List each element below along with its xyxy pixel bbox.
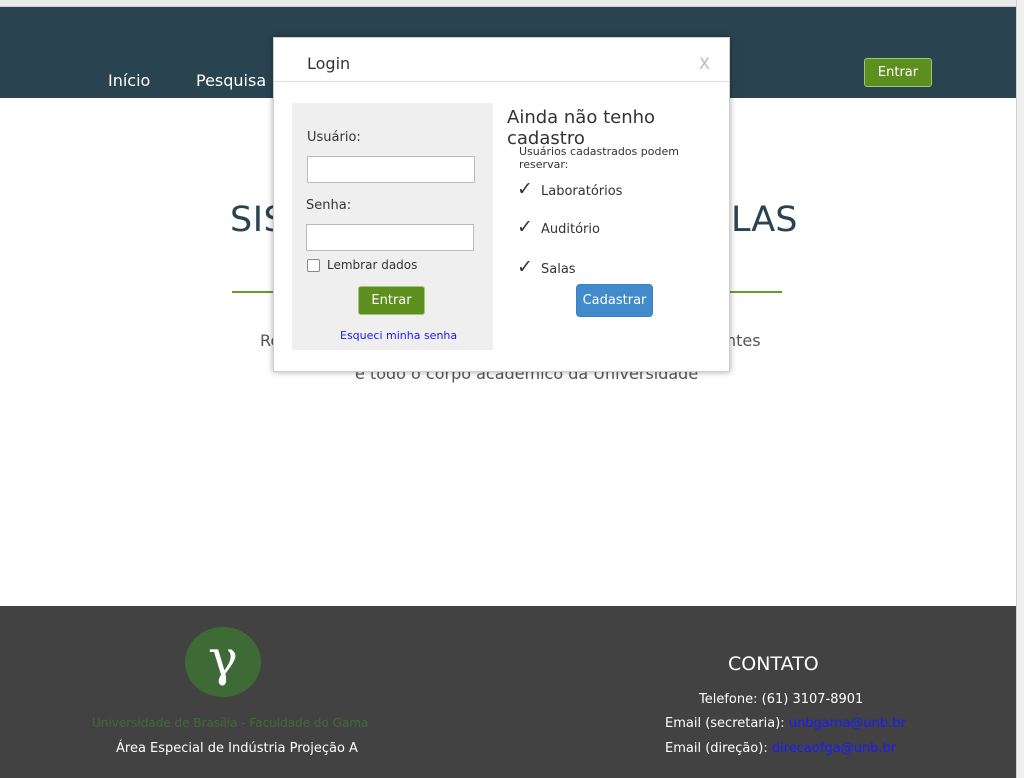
hero-text-right: ntes — [726, 331, 761, 350]
list-item-label: Laboratórios — [541, 184, 623, 199]
list-item-label: Auditório — [541, 222, 600, 237]
password-input[interactable] — [306, 224, 474, 251]
list-item-laboratorios: ✓ Laboratórios — [517, 178, 622, 200]
modal-title: Login — [307, 54, 351, 73]
contact-email-secretaria: Email (secretaria): unbgama@unb.br — [665, 716, 906, 731]
browser-top-strip — [0, 0, 1024, 7]
footer-address: Área Especial de Indústria Projeção A — [116, 741, 358, 756]
remember-checkbox[interactable] — [307, 259, 320, 272]
login-modal: Login X Usuário: Senha: Lembrar dados En… — [273, 37, 730, 372]
remember-label: Lembrar dados — [327, 258, 418, 272]
login-submit-button[interactable]: Entrar — [358, 286, 425, 315]
forgot-password-link[interactable]: Esqueci minha senha — [340, 329, 457, 342]
checkmark-icon: ✓ — [517, 256, 533, 278]
checkmark-icon: ✓ — [517, 178, 533, 200]
checkmark-icon: ✓ — [517, 216, 533, 238]
contact-title: CONTATO — [728, 653, 819, 675]
modal-divider — [274, 81, 729, 82]
contact-phone: Telefone: (61) 3107-8901 — [699, 692, 864, 707]
login-panel: Usuário: Senha: Lembrar dados Entrar Esq… — [292, 103, 493, 350]
email-direcao-label: Email (direção): — [665, 741, 768, 756]
gamma-logo-icon: γ — [185, 627, 261, 697]
list-item-auditorio: ✓ Auditório — [517, 216, 600, 238]
nav-enter-button[interactable]: Entrar — [864, 58, 932, 87]
signup-subtitle: Usuários cadastrados podem reservar: — [519, 145, 679, 171]
hero-title-right: LAS — [731, 200, 798, 240]
password-label: Senha: — [306, 198, 352, 213]
email-secretaria-link[interactable]: unbgama@unb.br — [789, 716, 906, 731]
nav-item-inicio[interactable]: Início — [108, 71, 150, 90]
list-item-salas: ✓ Salas — [517, 256, 576, 278]
nav-item-pesquisa[interactable]: Pesquisa — [196, 71, 266, 90]
signup-button[interactable]: Cadastrar — [576, 284, 653, 317]
signup-title: Ainda não tenho cadastro — [507, 107, 656, 149]
user-label: Usuário: — [307, 130, 361, 145]
email-secretaria-label: Email (secretaria): — [665, 716, 785, 731]
user-input[interactable] — [307, 156, 475, 183]
university-name: Universidade de Brasília - Faculdade do … — [92, 716, 369, 730]
list-item-label: Salas — [541, 262, 576, 277]
contact-email-direcao: Email (direção): direcaofga@unb.br — [665, 741, 896, 756]
email-direcao-link[interactable]: direcaofga@unb.br — [772, 741, 896, 756]
close-icon[interactable]: X — [699, 54, 710, 73]
vertical-scrollbar[interactable] — [1016, 0, 1024, 778]
